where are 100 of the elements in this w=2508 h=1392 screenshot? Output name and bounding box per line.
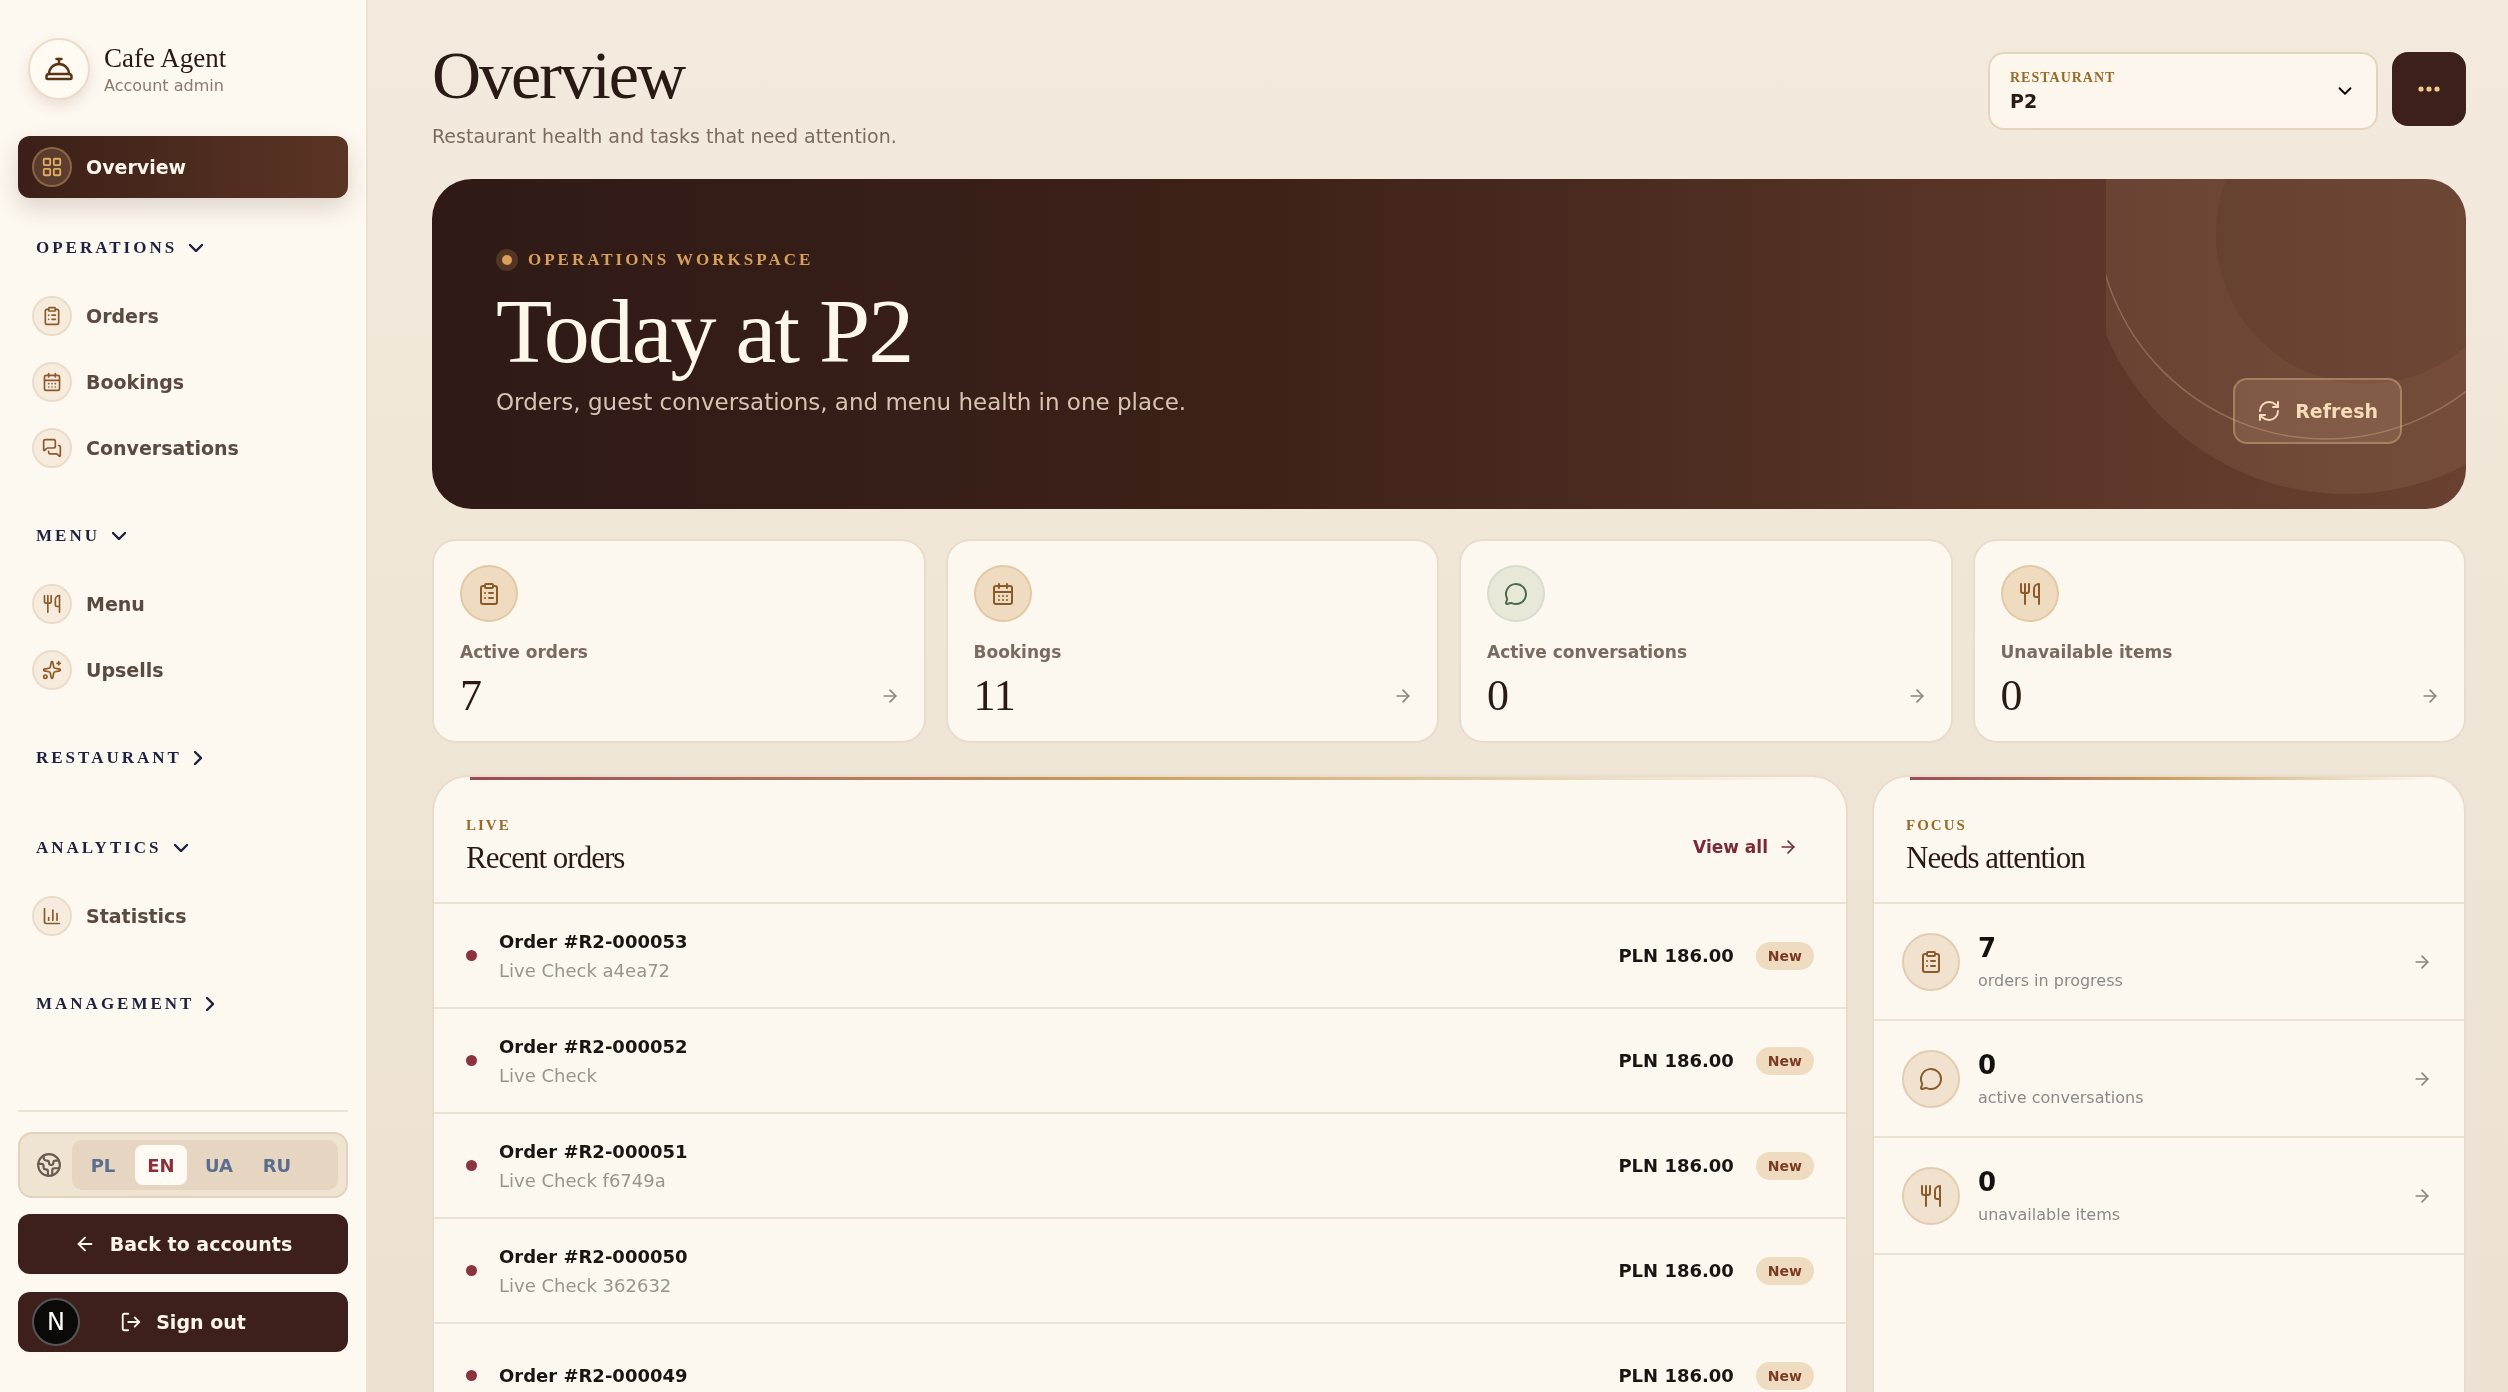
order-row[interactable]: Order #R2-000050 Live Check 362632 PLN 186.00 New — [434, 1219, 1846, 1325]
grid-icon — [32, 147, 72, 187]
status-badge: New — [1755, 1151, 1814, 1180]
clipboard-icon — [460, 565, 518, 623]
fork-knife-icon — [32, 584, 72, 624]
refresh-button[interactable]: Refresh — [2233, 378, 2402, 445]
hero-subtitle: Orders, guest conversations, and menu health in one place. — [496, 388, 1187, 415]
attention-count: 0 — [1978, 1167, 1998, 1198]
stat-value: 0 — [1487, 670, 1509, 722]
refresh-icon — [2257, 399, 2282, 424]
clipboard-icon — [1902, 932, 1960, 991]
status-badge: New — [1755, 941, 1814, 970]
sparkle-icon — [32, 650, 72, 690]
panel-eyebrow: FOCUS — [1906, 817, 1968, 835]
status-badge: New — [1755, 1361, 1814, 1390]
stat-value: 11 — [973, 670, 1016, 722]
stat-card[interactable]: Unavailable items 0 — [1972, 539, 2466, 744]
stat-card[interactable]: Active conversations 0 — [1459, 539, 1953, 744]
brand-name: Cafe Agent — [104, 43, 227, 74]
chat-bubbles-icon — [32, 428, 72, 468]
language-option[interactable]: EN — [135, 1145, 187, 1185]
chat-bubble-icon — [1902, 1049, 1960, 1108]
view-all-link[interactable]: View all — [1693, 836, 1798, 857]
chevron-down-icon — [173, 844, 188, 852]
nav-section-header[interactable]: MENU — [18, 526, 348, 546]
language-option[interactable]: RU — [251, 1145, 303, 1185]
panel-title: Recent orders — [466, 840, 625, 877]
status-badge: New — [1755, 1256, 1814, 1285]
order-title: Order #R2-000051 — [499, 1140, 689, 1162]
status-dot-icon — [466, 1370, 477, 1382]
brand-subtitle: Account admin — [104, 76, 225, 95]
nav-item[interactable]: Overview — [18, 136, 348, 198]
bell-logo-icon — [28, 38, 90, 100]
nav-item[interactable]: Orders — [18, 288, 348, 344]
order-title: Order #R2-000049 — [499, 1365, 689, 1387]
status-dot-icon — [466, 1055, 477, 1067]
attention-count: 0 — [1978, 1050, 1998, 1081]
chevron-down-icon — [111, 532, 126, 540]
stat-card[interactable]: Active orders 7 — [432, 539, 926, 744]
order-amount: PLN 186.00 — [1618, 1365, 1734, 1387]
attention-row[interactable]: 7 orders in progress — [1874, 904, 2464, 1022]
attention-count: 7 — [1978, 933, 1998, 964]
panel-title: Needs attention — [1906, 840, 2085, 877]
nav-section-header[interactable]: OPERATIONS — [18, 238, 348, 258]
nav-item[interactable]: Conversations — [18, 420, 348, 476]
back-to-accounts-button[interactable]: Back to accounts — [18, 1214, 348, 1274]
order-title: Order #R2-000052 — [499, 1035, 689, 1057]
more-button[interactable] — [2392, 52, 2466, 126]
stat-label: Unavailable items — [2000, 642, 2174, 663]
nav-section-header[interactable]: MANAGEMENT — [18, 994, 348, 1014]
stat-label: Active conversations — [1487, 642, 1688, 663]
stat-label: Bookings — [973, 642, 1063, 663]
stat-label: Active orders — [460, 642, 589, 663]
stat-value: 0 — [2000, 670, 2023, 722]
nav-item[interactable]: Upsells — [18, 642, 348, 698]
status-dot-icon — [466, 1265, 477, 1277]
hero-title: Today at P2 — [496, 281, 914, 383]
language-option[interactable]: UA — [193, 1145, 245, 1185]
restaurant-select[interactable]: RESTAURANT P2 — [1988, 52, 2378, 130]
page-subtitle: Restaurant health and tasks that need attention. — [432, 125, 897, 148]
language-option[interactable]: PL — [77, 1145, 129, 1185]
attention-row[interactable]: 0 active conversations — [1874, 1021, 2464, 1139]
order-row[interactable]: Order #R2-000053 Live Check a4ea72 PLN 186.00 New — [434, 904, 1846, 1010]
nav-item[interactable]: Menu — [18, 576, 348, 632]
hero-eyebrow: OPERATIONS WORKSPACE — [528, 250, 814, 271]
ellipsis-icon — [2418, 86, 2440, 92]
attention-label: orders in progress — [1978, 971, 2124, 991]
panel-eyebrow: LIVE — [466, 817, 512, 835]
order-subtitle: Live Check f6749a — [499, 1169, 667, 1191]
nav-item[interactable]: Statistics — [18, 888, 348, 944]
order-row[interactable]: Order #R2-000049 PLN 186.00 New — [434, 1324, 1846, 1392]
page-title: Overview — [432, 40, 686, 112]
sign-out-icon — [120, 1311, 143, 1333]
clipboard-icon — [32, 296, 72, 336]
status-dot-icon — [466, 950, 477, 962]
attention-row[interactable]: 0 unavailable items — [1874, 1138, 2464, 1256]
order-title: Order #R2-000050 — [499, 1245, 689, 1267]
nav-section-header[interactable]: ANALYTICS — [18, 838, 348, 858]
order-row[interactable]: Order #R2-000052 Live Check PLN 186.00 New — [434, 1009, 1846, 1115]
order-amount: PLN 186.00 — [1618, 1050, 1734, 1072]
order-subtitle: Live Check a4ea72 — [499, 959, 672, 981]
nav-item[interactable]: Bookings — [18, 354, 348, 410]
order-subtitle: Live Check — [499, 1064, 598, 1086]
order-row[interactable]: Order #R2-000051 Live Check f6749a PLN 186.00 New — [434, 1114, 1846, 1220]
chevron-right-icon — [193, 751, 202, 765]
stat-card[interactable]: Bookings 11 — [945, 539, 1439, 744]
calendar-icon — [32, 362, 72, 402]
status-dot-icon — [466, 1160, 477, 1172]
stat-value: 7 — [460, 670, 482, 722]
order-amount: PLN 186.00 — [1618, 1155, 1734, 1177]
attention-label: unavailable items — [1978, 1205, 2122, 1225]
bar-chart-icon — [32, 896, 72, 936]
order-amount: PLN 186.00 — [1618, 1260, 1734, 1282]
nav-section-header[interactable]: RESTAURANT — [18, 748, 348, 768]
chevron-right-icon — [206, 997, 215, 1011]
order-subtitle: Live Check 362632 — [499, 1274, 673, 1296]
status-badge: New — [1755, 1046, 1814, 1075]
fork-knife-icon — [1902, 1166, 1960, 1225]
status-dot-icon — [496, 249, 518, 272]
order-title: Order #R2-000053 — [499, 930, 689, 952]
